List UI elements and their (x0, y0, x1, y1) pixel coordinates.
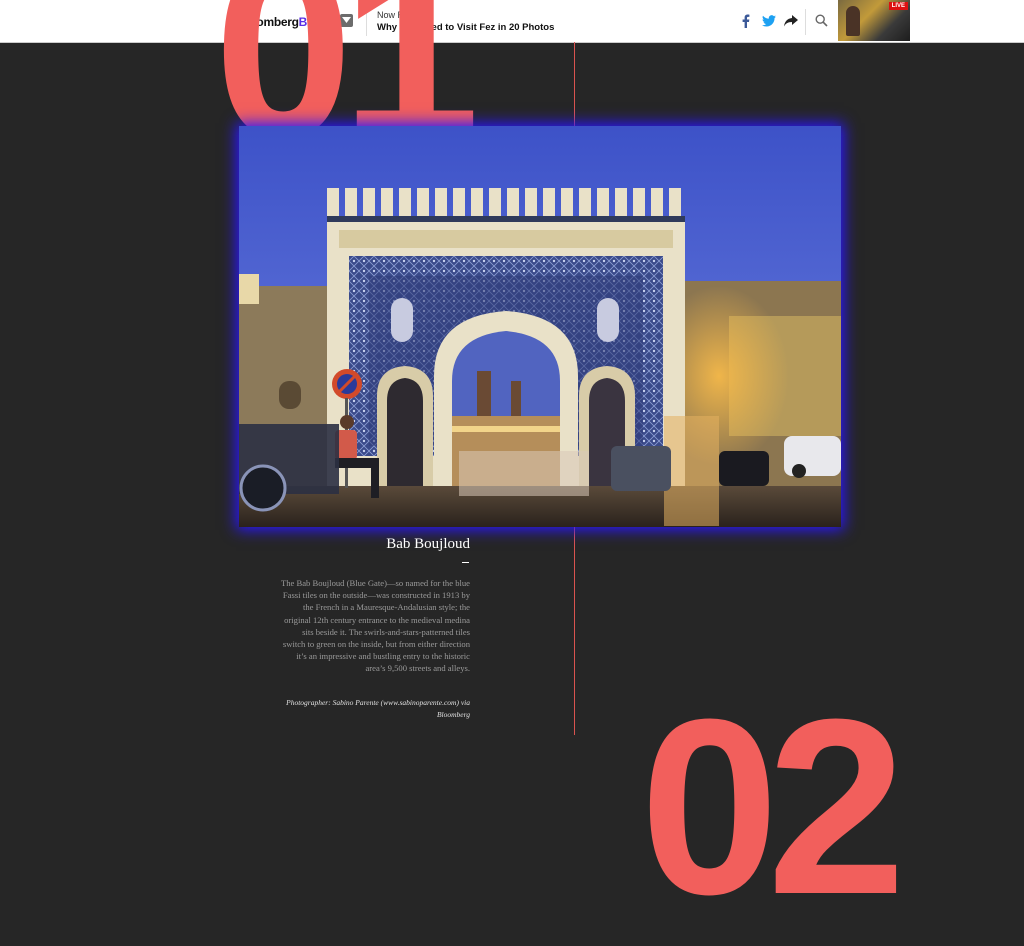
live-badge: LIVE (888, 2, 908, 10)
share-icon[interactable] (784, 13, 798, 29)
twitter-icon[interactable] (762, 13, 776, 29)
photo-credit: Photographer: Sabino Parente (www.sabino… (286, 698, 470, 719)
search-icon[interactable] (815, 14, 828, 32)
anchor-figure (846, 6, 860, 36)
facebook-icon[interactable] (742, 13, 750, 29)
caption-body: The Bab Boujloud (Blue Gate)—so named fo… (280, 578, 470, 674)
gate-illustration (239, 126, 841, 527)
header-divider-2 (805, 9, 806, 35)
section-number-next: 02 (640, 667, 906, 946)
gate-photo[interactable] (239, 126, 841, 527)
site-header: BloombergBusiness Now Reading: Why You N… (0, 0, 1024, 43)
caption-divider (462, 562, 469, 563)
caption-title: Bab Boujloud (386, 536, 470, 552)
live-video-thumbnail[interactable]: LIVE (838, 0, 910, 41)
